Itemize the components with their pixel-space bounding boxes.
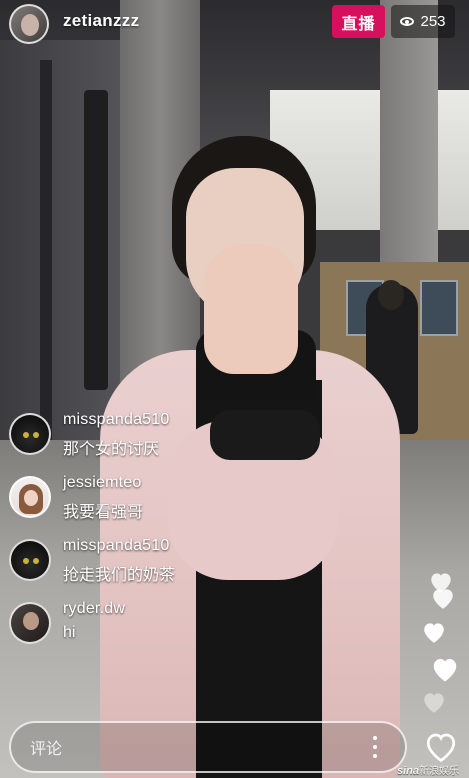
heart-outline-icon (426, 733, 456, 763)
like-button[interactable] (423, 730, 459, 764)
comment-item: jessiemteo 我要看强哥 (9, 470, 309, 533)
streamer-avatar[interactable] (9, 4, 49, 44)
viewer-count-value: 253 (420, 13, 446, 30)
streamer-hands (204, 244, 298, 374)
watermark: sina新浪娱乐 (397, 762, 459, 777)
scene-panel (420, 280, 458, 336)
floating-heart-icon (430, 654, 460, 684)
commenter-name[interactable]: jessiemteo (63, 474, 141, 492)
comment-placeholder: 评论 (30, 741, 63, 758)
comment-feed: misspanda510 那个女的讨厌 jessiemteo 我要看强哥 mis… (9, 407, 309, 659)
commenter-avatar[interactable] (9, 602, 51, 644)
watermark-text: 新浪娱乐 (419, 766, 460, 777)
commenter-name[interactable]: misspanda510 (63, 411, 169, 429)
scene-pipe (40, 60, 52, 440)
streamer-username[interactable]: zetianzzz (63, 11, 139, 31)
scene-pipe (84, 90, 108, 390)
commenter-avatar[interactable] (9, 476, 51, 518)
live-badge: 直播 (332, 5, 385, 38)
comment-text: hi (63, 624, 76, 641)
comment-item: misspanda510 抢走我们的奶茶 (9, 533, 309, 596)
eye-icon (400, 17, 415, 26)
bystander-head (378, 280, 404, 310)
comment-item: misspanda510 那个女的讨厌 (9, 407, 309, 470)
commenter-name[interactable]: misspanda510 (63, 537, 169, 555)
viewer-count: 253 (391, 5, 455, 38)
watermark-logo: sina (397, 765, 420, 777)
more-vertical-icon[interactable] (368, 734, 382, 760)
comment-text: 我要看强哥 (63, 504, 144, 521)
commenter-name[interactable]: ryder.dw (63, 600, 125, 618)
commenter-avatar[interactable] (9, 539, 51, 581)
scene-pillar (380, 0, 438, 280)
comment-text: 那个女的讨厌 (63, 441, 160, 458)
live-video-frame (0, 0, 469, 778)
comment-item: ryder.dw hi (9, 596, 309, 659)
floating-heart-icon (421, 690, 447, 714)
floating-heart-icon (430, 586, 456, 610)
comment-input[interactable]: 评论 (9, 721, 407, 773)
floating-heart-icon (421, 620, 447, 644)
commenter-avatar[interactable] (9, 413, 51, 455)
comment-text: 抢走我们的奶茶 (63, 567, 176, 584)
